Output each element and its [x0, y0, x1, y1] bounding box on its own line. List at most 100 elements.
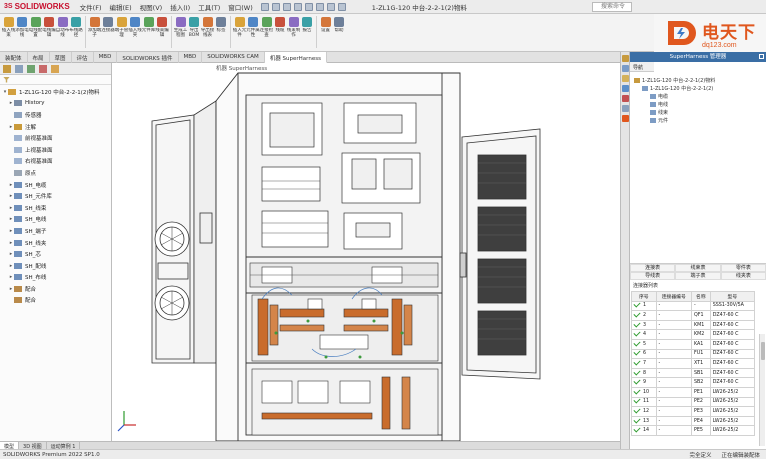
rebuild-icon[interactable]	[326, 2, 335, 11]
dimxpert-icon[interactable]	[39, 64, 47, 73]
column-header[interactable]: 名称	[690, 291, 711, 302]
command-tab[interactable]: 草图	[50, 52, 72, 63]
wire-table-button[interactable]: 导线表	[630, 272, 676, 280]
print-icon[interactable]	[293, 2, 302, 11]
tab-model[interactable]: 模型	[0, 442, 20, 450]
command-tab[interactable]: SOLIDWORKS CAM	[202, 52, 265, 63]
menu-item-window[interactable]: 窗口(W)	[228, 2, 253, 12]
harness-tree-item[interactable]: 电缆	[634, 92, 766, 100]
check-icon[interactable]	[633, 350, 641, 356]
table-row[interactable]: 6 - FU1 DZ47-60 C	[631, 348, 756, 360]
command-tab[interactable]: 布局	[28, 52, 50, 63]
check-icon[interactable]	[633, 417, 641, 424]
ribbon-button[interactable]: 连接器	[101, 16, 115, 50]
feature-tree-item[interactable]: ▸ SH_芯	[0, 248, 111, 260]
ribbon-button[interactable]: 插入元件	[233, 16, 246, 50]
ribbon-button[interactable]: 元件库	[142, 16, 155, 50]
harness-tree-item[interactable]: 1-ZL1G-120 中台-2-2-1(2)	[634, 84, 766, 92]
table-row[interactable]: 13- PE4 LW26-25/2	[631, 415, 756, 427]
feature-tree-item[interactable]: 原点	[0, 167, 111, 179]
check-icon[interactable]	[633, 426, 641, 433]
ribbon-button[interactable]: 自动布线	[56, 16, 69, 50]
table-row[interactable]: 10- PE1 LW26-25/2	[631, 386, 756, 398]
parts-table-button[interactable]: 零件表	[720, 264, 766, 272]
table-row[interactable]: 9 - SB2 DZ47-60 C	[631, 377, 756, 388]
feature-tree-item[interactable]: 右视基准面	[0, 156, 111, 168]
command-tab[interactable]: MBD	[179, 52, 203, 63]
scrollbar-thumb[interactable]	[760, 342, 765, 360]
feature-tree-item[interactable]: ▾ 1-ZL1G-120 中台-2-2-1(2)物料	[0, 86, 111, 98]
feature-tree-item[interactable]: ▸ SH_端子	[0, 225, 111, 237]
new-icon[interactable]	[260, 2, 269, 11]
ribbon-button[interactable]: 导出接线表	[201, 16, 214, 50]
check-icon[interactable]	[633, 321, 641, 328]
check-icon[interactable]	[633, 388, 641, 395]
ribbon-button[interactable]: 线束制作	[287, 16, 300, 50]
table-row[interactable]: 3 - KM1 DZ47-60 C	[631, 319, 756, 331]
ribbon-button[interactable]: 添加端子	[88, 16, 101, 50]
tab-navigation[interactable]: 导航	[630, 62, 654, 72]
search-commands-input[interactable]: 搜索命令	[592, 2, 632, 12]
table-scrollbar[interactable]	[759, 334, 765, 446]
feature-tree-item[interactable]: ▸ 配合	[0, 283, 111, 295]
ribbon-button[interactable]: 元件属性	[246, 16, 260, 50]
app-logo[interactable]: 3S SOLIDWORKS	[0, 0, 74, 14]
check-icon[interactable]	[633, 330, 641, 337]
view-palette-icon[interactable]	[622, 85, 629, 92]
clamp-table-button[interactable]: 线夹表	[720, 272, 766, 280]
harness-table-button[interactable]: 线束表	[675, 264, 721, 272]
ribbon-button[interactable]: 报告	[301, 16, 314, 50]
table-row[interactable]: 11- PE2 LW26-25/2	[631, 396, 756, 408]
feature-tree-item[interactable]: 前视基准面	[0, 132, 111, 144]
table-row[interactable]: 14- PE5 LW26-25/2	[631, 425, 756, 436]
ribbon-button[interactable]: 线缆	[274, 16, 287, 50]
command-tab[interactable]: MBD	[94, 52, 118, 63]
ribbon-button[interactable]: 连接检查	[260, 16, 273, 50]
column-header[interactable]: 序号	[631, 291, 657, 302]
tree-filter[interactable]	[0, 75, 111, 85]
property-manager-icon[interactable]	[15, 64, 23, 73]
feature-tree-item[interactable]: 传感器	[0, 109, 111, 121]
ribbon-button[interactable]: 端子管理	[115, 16, 128, 50]
check-icon[interactable]	[633, 369, 641, 376]
table-row[interactable]: 4 - KM2 DZ47-60 C	[631, 329, 756, 340]
ribbon-button[interactable]: 导出BOM	[188, 16, 201, 50]
command-tab[interactable]: 装配体	[0, 52, 28, 63]
configuration-manager-icon[interactable]	[27, 64, 35, 73]
pin-icon[interactable]	[759, 54, 764, 59]
connection-table-button[interactable]: 连接表	[630, 264, 676, 272]
feature-tree-item[interactable]: 上视基准面	[0, 144, 111, 156]
feature-tree-item[interactable]: 配合	[0, 295, 111, 307]
column-header[interactable]: 连接器编号	[655, 291, 692, 302]
appearances-icon[interactable]	[622, 95, 629, 102]
ribbon-button[interactable]: 添加电线	[15, 16, 29, 50]
menu-item-insert[interactable]: 插入(I)	[170, 2, 190, 12]
ribbon-button[interactable]: 设置	[319, 16, 332, 50]
ribbon-button[interactable]: 插入线夹	[128, 16, 142, 50]
display-manager-icon[interactable]	[51, 64, 59, 73]
tab-motion-study[interactable]: 运动算例 1	[47, 442, 81, 450]
check-icon[interactable]	[633, 378, 641, 385]
feature-tree-item[interactable]: ▸ SH_电缆	[0, 179, 111, 191]
cabinet-3d-model[interactable]	[112, 63, 620, 441]
check-icon[interactable]	[633, 302, 641, 308]
harness-tree-item[interactable]: 线束	[634, 108, 766, 116]
ribbon-button[interactable]: 电线编辑	[42, 16, 56, 50]
table-row[interactable]: 2 - QF1 DZ47-60 C	[631, 310, 756, 321]
table-row[interactable]: 8 - SB1 DZ47-60 C	[631, 367, 756, 379]
feature-tree-item[interactable]: ▸ SH_布线	[0, 272, 111, 284]
ribbon-button[interactable]: 布线路径	[69, 16, 83, 50]
harness-tree-item[interactable]: 元件	[634, 116, 766, 124]
terminal-table-button[interactable]: 端子表	[675, 272, 721, 280]
harness-tree-item[interactable]: 电线	[634, 100, 766, 108]
save-icon[interactable]	[282, 2, 291, 11]
feature-tree-item[interactable]: ▸ SH_配线	[0, 260, 111, 272]
feature-tree-item[interactable]: ▸ SH_元件库	[0, 190, 111, 202]
feature-tree-item[interactable]: ▸ History	[0, 98, 111, 110]
table-row[interactable]: 1- - SSS1-30V/5A	[631, 300, 756, 312]
open-icon[interactable]	[271, 2, 280, 11]
menu-item-file[interactable]: 文件(F)	[80, 2, 102, 12]
ribbon-button[interactable]: 电线配置	[29, 16, 42, 50]
ribbon-button[interactable]: 标签	[215, 16, 228, 50]
harness-tree-item[interactable]: 1-ZL1G-120 中台-2-2-1(2)物料	[634, 76, 766, 84]
